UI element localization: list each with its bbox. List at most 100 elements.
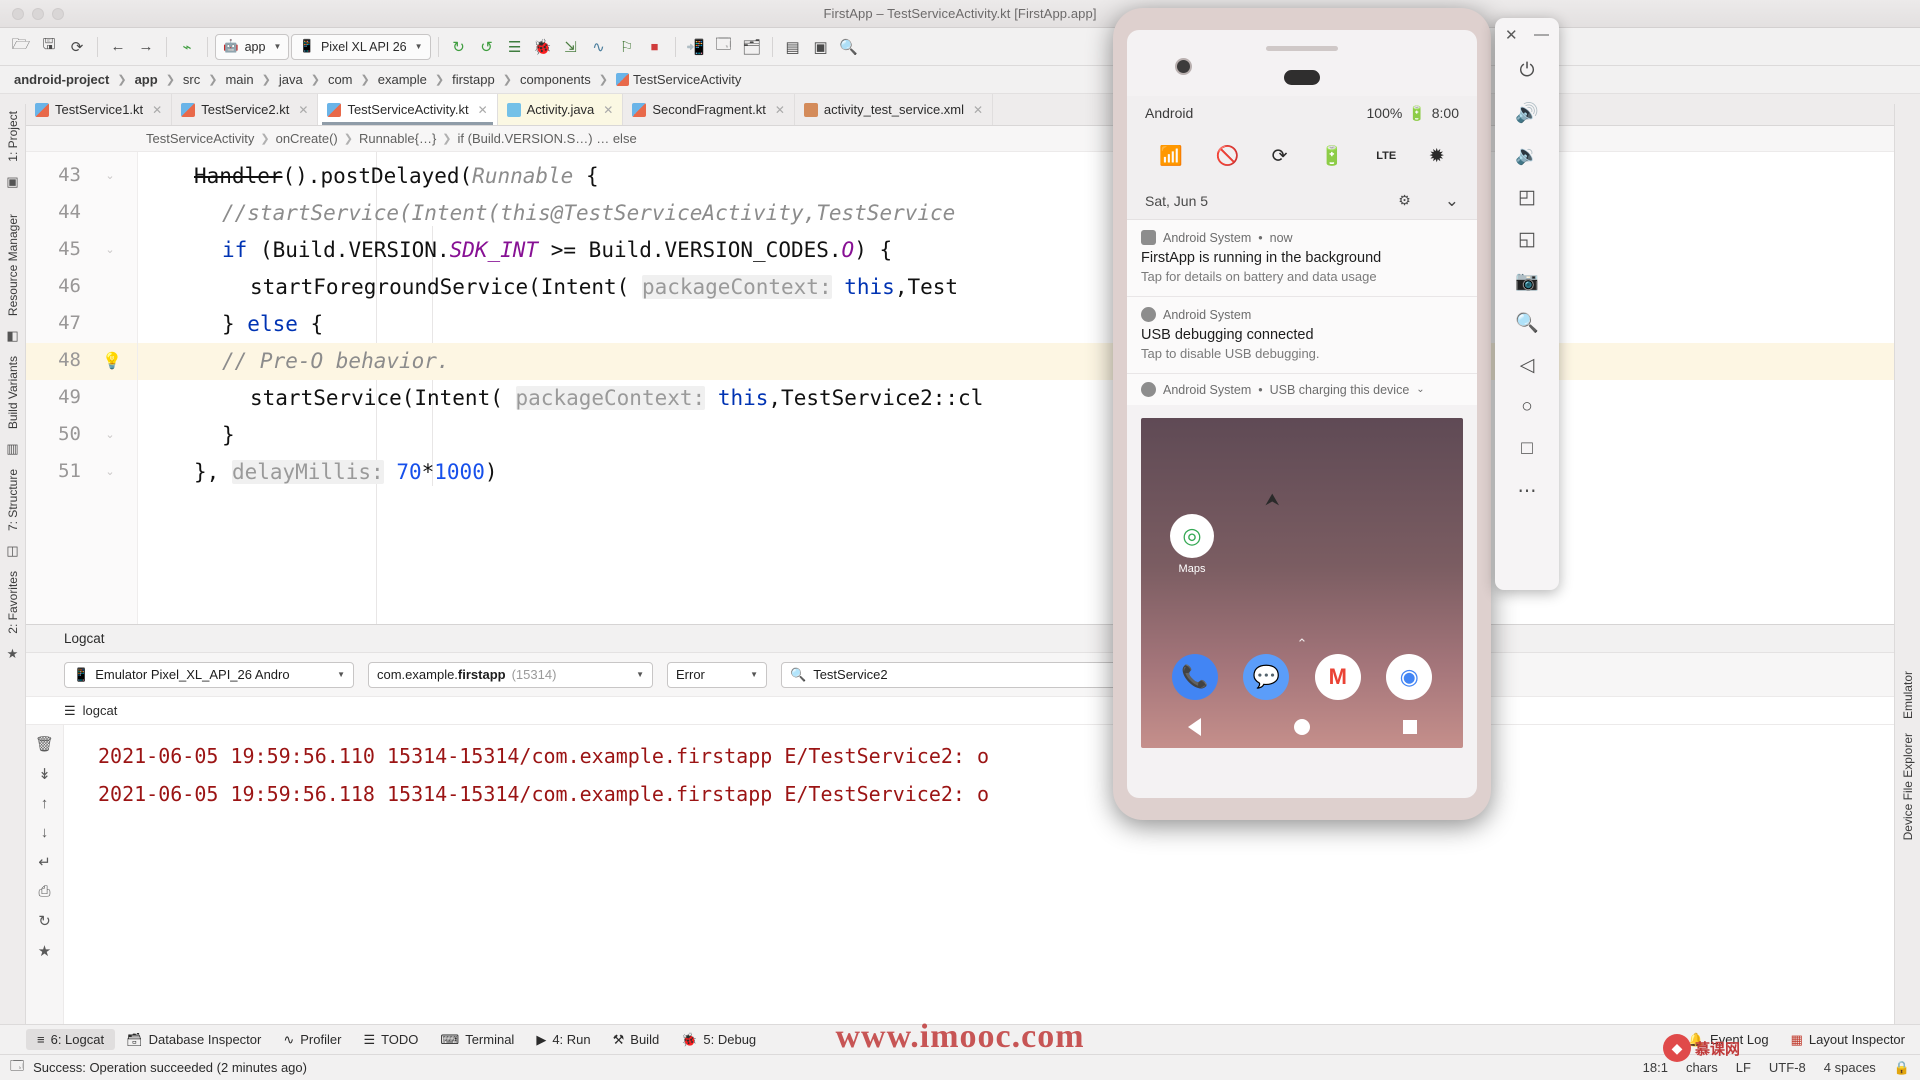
sidebar-item-build-variants-group[interactable]: Build Variants ▥ — [6, 349, 20, 462]
sidebar-item-resource-manager[interactable]: Resource Manager — [6, 207, 20, 323]
down-arrow-icon[interactable]: ↓ — [41, 824, 49, 841]
profile-icon[interactable]: ∿ — [586, 34, 612, 60]
tool-window-layout-inspector[interactable]: ▦ Layout Inspector — [1780, 1029, 1916, 1051]
notification-1[interactable]: Android System USB debugging connected Tap… — [1127, 297, 1477, 374]
code-area[interactable]: Handler().postDelayed(Runnable {//startS… — [138, 152, 1894, 624]
sidebar-item-device-file-explorer[interactable]: Device File Explorer — [1901, 726, 1915, 847]
logcat-process-selector[interactable]: com.example.firstapp (15314) ▼ — [368, 661, 653, 688]
breadcrumb-item-0[interactable]: android-project — [10, 71, 113, 88]
auto-rotate-icon[interactable]: ⟳ — [1272, 145, 1288, 168]
app-drawer-chevron-icon[interactable]: ⌃ — [1297, 636, 1308, 652]
up-arrow-icon[interactable]: ↑ — [41, 795, 49, 812]
sidebar-item-structure[interactable]: 7: Structure — [6, 462, 20, 538]
volume-down-icon[interactable]: 🔉 — [1507, 134, 1547, 176]
tool-window-6-logcat[interactable]: ≡ 6: Logcat — [26, 1029, 116, 1050]
rotate-right-icon[interactable]: ◱ — [1507, 218, 1547, 260]
chrome-icon[interactable]: ◉ — [1386, 654, 1433, 700]
back-icon[interactable]: ← — [105, 34, 131, 60]
indent-setting[interactable]: 4 spaces — [1824, 1060, 1876, 1075]
tab-testservice2-kt[interactable]: TestService2.kt ✕ — [172, 94, 319, 125]
close-icon[interactable]: ✕ — [1505, 26, 1518, 44]
breadcrumb-item-4[interactable]: java — [275, 71, 307, 88]
sidebar-item-favorites[interactable]: 2: Favorites — [6, 564, 20, 641]
screenshot-icon[interactable]: 📷 — [1507, 260, 1547, 302]
tool-window-terminal[interactable]: ⌨ Terminal — [429, 1029, 525, 1051]
rotate-left-icon[interactable]: ◰ — [1507, 176, 1547, 218]
logcat-level-selector[interactable]: Error ▼ — [667, 661, 767, 688]
emulator-screen[interactable]: Android 100% 🔋 8:00 📶 🚫 ⟳ 🔋 LTE ✹ Sat, Jun 5 … — [1127, 30, 1477, 798]
breadcrumb-item-3[interactable]: main — [221, 71, 257, 88]
collapsed-notification[interactable]: Android System • USB charging this devic… — [1127, 374, 1477, 405]
breadcrumb-item-8[interactable]: components — [516, 71, 595, 88]
run-anything-icon[interactable]: ⚐ — [614, 34, 640, 60]
forward-icon[interactable]: → — [133, 34, 159, 60]
breadcrumb-item-9[interactable]: TestServiceActivity — [612, 71, 745, 88]
minimize-icon[interactable]: — — [1534, 26, 1549, 44]
settings-gear-icon[interactable]: ⚙ — [1398, 192, 1411, 209]
messages-icon[interactable]: 💬 — [1243, 654, 1290, 700]
module-selector[interactable]: 🤖 app ▼ — [215, 33, 290, 60]
breadcrumb-item-6[interactable]: example — [374, 71, 431, 88]
device-selector[interactable]: 📱 Pixel XL API 26 ▼ — [291, 33, 431, 60]
fold-toggle-icon[interactable]: ⌄ — [104, 466, 116, 478]
breadcrumb-item-2[interactable]: src — [179, 71, 204, 88]
run-with-coverage-icon[interactable]: ☰ — [502, 34, 528, 60]
structure-breadcrumb-item-1[interactable]: onCreate() — [276, 131, 338, 146]
close-icon[interactable]: ✕ — [478, 103, 488, 117]
power-icon[interactable]: ⏻ — [1507, 50, 1547, 92]
fold-toggle-icon[interactable]: ⌄ — [104, 244, 116, 256]
close-icon[interactable]: ✕ — [152, 103, 162, 117]
battery-saver-icon[interactable]: 🔋 — [1320, 144, 1344, 168]
sidebar-item-build-variants[interactable]: Build Variants — [6, 349, 20, 436]
apply-code-changes-icon[interactable]: ↺ — [474, 34, 500, 60]
more-icon[interactable]: ⋯ — [1507, 470, 1547, 512]
sidebar-item-favorites-group[interactable]: 2: Favorites ★ — [6, 564, 20, 667]
print-icon[interactable]: ⎙ — [38, 883, 50, 900]
stop-icon[interactable]: ■ — [642, 34, 668, 60]
tool-window-profiler[interactable]: ∿ Profiler — [272, 1029, 352, 1051]
close-icon[interactable]: ✕ — [973, 103, 983, 117]
tab-activity-test-service-xml[interactable]: activity_test_service.xml ✕ — [794, 94, 994, 125]
soft-wrap-icon[interactable]: ↵ — [38, 853, 51, 871]
volume-up-icon[interactable]: 🔊 — [1507, 92, 1547, 134]
avd-manager-icon[interactable]: 📲 — [683, 34, 709, 60]
sidebar-item-project-group[interactable]: 1: Project ▣ — [6, 104, 20, 195]
tool-window-build[interactable]: ⚒ Build — [602, 1029, 671, 1051]
debug-icon[interactable]: 🐞 — [530, 34, 556, 60]
mobile-data-lte-icon[interactable]: LTE — [1376, 150, 1396, 162]
logcat-output[interactable]: 2021-06-05 19:59:56.110 15314-15314/com.… — [64, 725, 1894, 1024]
close-icon[interactable]: ✕ — [775, 103, 785, 117]
home-app-maps[interactable]: ◎ Maps — [1161, 514, 1223, 575]
breadcrumb-item-7[interactable]: firstapp — [448, 71, 499, 88]
attach-debugger-icon[interactable]: ⇲ — [558, 34, 584, 60]
caret-position[interactable]: 18:1 — [1643, 1060, 1668, 1075]
scroll-to-end-icon[interactable]: ↡ — [38, 765, 51, 783]
intention-bulb-icon[interactable]: 💡 — [102, 351, 122, 371]
tool-window-5-debug[interactable]: 🐞 5: Debug — [670, 1029, 767, 1051]
flashlight-icon[interactable]: ✹ — [1429, 145, 1445, 168]
apply-changes-icon[interactable]: ↻ — [446, 34, 472, 60]
zoom-icon[interactable]: 🔍 — [1507, 302, 1547, 344]
tool-window-database-inspector[interactable]: 🗃 Database Inspector — [115, 1029, 272, 1051]
tab-testserviceactivity-kt[interactable]: TestServiceActivity.kt ✕ — [318, 94, 498, 125]
line-ending[interactable]: LF — [1736, 1060, 1751, 1075]
logcat-device-selector[interactable]: 📱 Emulator Pixel_XL_API_26 Andro ▼ — [64, 661, 354, 688]
sidebar-item-resource-manager-group[interactable]: Resource Manager ◧ — [6, 207, 20, 349]
nav-home-icon[interactable] — [1293, 719, 1310, 735]
home-screen[interactable]: ⮝ ◎ Maps ⌃ 📞 💬 M ◉ — [1141, 418, 1463, 748]
lock-icon[interactable]: 🔒 — [1894, 1060, 1910, 1076]
phone-icon[interactable]: 📞 — [1171, 654, 1218, 700]
notification-shade[interactable]: Android 100% 🔋 8:00 📶 🚫 ⟳ 🔋 LTE ✹ Sat, Jun 5 … — [1127, 96, 1477, 405]
back-icon[interactable]: ◁ — [1507, 344, 1547, 386]
breadcrumb-item-1[interactable]: app — [131, 71, 162, 88]
breadcrumb-item-5[interactable]: com — [324, 71, 357, 88]
do-not-disturb-icon[interactable]: 🚫 — [1215, 144, 1239, 168]
sidebar-item-emulator[interactable]: Emulator — [1901, 664, 1915, 726]
expand-chevron-icon[interactable]: ⌄ — [1445, 191, 1459, 211]
chevron-down-icon[interactable]: ⌄ — [1416, 384, 1424, 395]
search-everywhere-icon[interactable]: 🔍 — [836, 34, 862, 60]
device-file-explorer-icon[interactable]: 🗂 — [739, 34, 765, 60]
gmail-icon[interactable]: M — [1314, 654, 1361, 700]
restart-icon[interactable]: ↻ — [38, 912, 51, 930]
clear-logcat-icon[interactable]: 🗑 — [35, 735, 54, 753]
